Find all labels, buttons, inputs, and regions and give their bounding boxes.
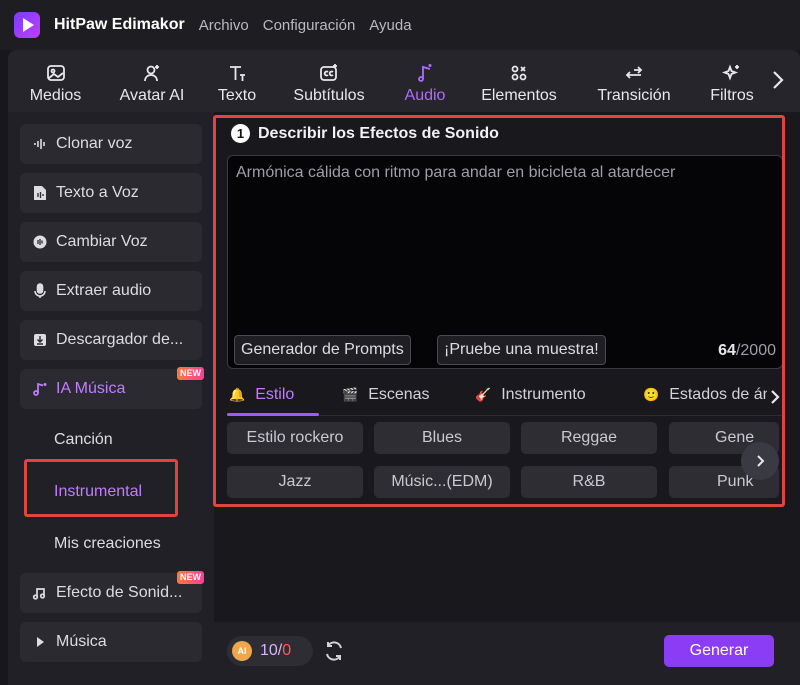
sidebar-item-cambiar-voz[interactable]: Cambiar Voz [20, 222, 202, 262]
app-logo-icon [14, 12, 40, 38]
menu-configuracion[interactable]: Configuración [263, 17, 356, 34]
sidebar-item-label: IA Música [56, 380, 126, 397]
sidebar-item-clonar-voz[interactable]: Clonar voz [20, 124, 202, 164]
new-badge: NEW [177, 367, 204, 380]
sidebar-item-label: Música [56, 633, 107, 650]
subtitles-icon [320, 64, 337, 81]
sub-item-mis-creaciones[interactable]: Mis creaciones [54, 535, 161, 553]
left-panel: Clonar voz Texto a Voz Cambiar Voz Extra… [8, 112, 214, 685]
sidebar-item-label: Clonar voz [56, 135, 133, 152]
sidebar-item-label: Extraer audio [56, 282, 152, 299]
sidebar-item-descargador[interactable]: Descargador de... [20, 320, 202, 360]
sidebar-item-extraer-audio[interactable]: Extraer audio [20, 271, 202, 311]
ai-music-icon [32, 381, 48, 397]
tab-label: Elementos [481, 87, 557, 104]
tab-elementos[interactable]: Elementos [465, 50, 573, 112]
sidebar-item-efecto-sonido[interactable]: Efecto de Sonid... [20, 573, 202, 613]
bottom-bar: AI 10/0 Generar [214, 622, 800, 685]
sidebar-item-label: Descargador de... [56, 331, 184, 348]
media-icon [46, 65, 65, 81]
tab-subtitulos[interactable]: Subtítulos [273, 50, 385, 112]
filters-icon [722, 64, 739, 81]
audio-icon [418, 64, 432, 82]
sidebar-item-label: Efecto de Sonid... [56, 584, 183, 601]
tab-filtros[interactable]: Filtros [695, 50, 769, 112]
text-icon [230, 66, 245, 81]
elements-icon [511, 65, 527, 81]
sidebar-item-label: Cambiar Voz [56, 233, 148, 250]
menu-ayuda[interactable]: Ayuda [369, 17, 411, 34]
avatar-icon [144, 65, 159, 82]
transition-icon [625, 66, 643, 79]
ai-coin-icon: AI [232, 641, 252, 661]
main-toolbar: Medios Avatar AI Texto Subtítulos Audio … [8, 50, 800, 112]
sidebar-item-label: Texto a Voz [56, 184, 139, 201]
sub-item-cancion[interactable]: Canción [54, 431, 113, 449]
generate-button[interactable]: Generar [664, 635, 774, 667]
chevron-right-icon[interactable] [770, 68, 786, 92]
tab-label: Audio [404, 87, 446, 104]
credits-pill: AI 10/0 [227, 636, 313, 666]
document-audio-icon [32, 185, 48, 201]
tab-transicion[interactable]: Transición [573, 50, 695, 112]
sidebar-item-ia-musica[interactable]: IA Música [20, 369, 202, 409]
sidebar-item-texto-a-voz[interactable]: Texto a Voz [20, 173, 202, 213]
app-name: HitPaw Edimakor [54, 16, 185, 33]
menu-archivo[interactable]: Archivo [199, 17, 249, 34]
credits-total: 0 [282, 642, 292, 659]
instrumental-highlight [24, 459, 178, 517]
triangle-right-icon [32, 634, 48, 650]
tab-avatar-ai[interactable]: Avatar AI [103, 50, 201, 112]
new-badge: NEW [177, 571, 204, 584]
microphone-icon [32, 283, 48, 299]
tab-label: Subtítulos [293, 87, 365, 104]
title-bar: HitPaw Edimakor Archivo Configuración Ay… [0, 0, 800, 50]
refresh-icon[interactable] [322, 639, 346, 663]
tab-audio[interactable]: Audio [385, 50, 465, 112]
tab-label: Avatar AI [119, 87, 185, 104]
voice-change-icon [32, 234, 48, 250]
tab-label: Transición [597, 87, 671, 104]
waveform-icon [32, 136, 48, 152]
effects-section-highlight [213, 115, 785, 507]
tab-label: Texto [217, 87, 257, 104]
sidebar-item-musica[interactable]: Música [20, 622, 202, 662]
tab-label: Filtros [710, 87, 754, 104]
sound-effect-icon [32, 585, 48, 601]
download-icon [32, 332, 48, 348]
credits-used: 10 [260, 642, 278, 659]
tab-label: Medios [29, 87, 82, 104]
tab-medios[interactable]: Medios [8, 50, 103, 112]
tab-texto[interactable]: Texto [201, 50, 273, 112]
